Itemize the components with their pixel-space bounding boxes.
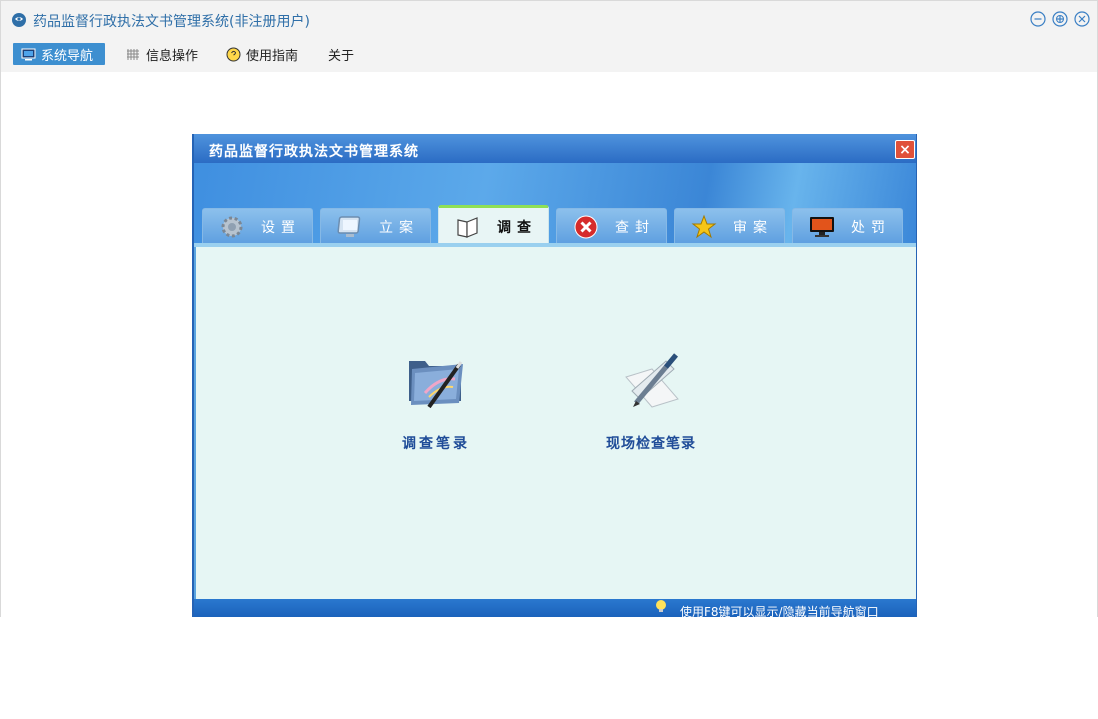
menu-item-guide[interactable]: 使用指南 xyxy=(226,43,298,65)
gear-icon xyxy=(221,216,243,237)
red-x-icon xyxy=(574,215,598,238)
folder-pen-icon xyxy=(409,361,463,409)
nav-dialog: 药品监督行政执法文书管理系统 × 设置 立案 调查 查封 审案 处罚 调查笔录 … xyxy=(192,134,917,617)
dialog-body: 调查笔录 现场检查笔录 xyxy=(194,247,916,599)
tab-review[interactable]: 审案 xyxy=(674,208,785,244)
tab-penalty[interactable]: 处罚 xyxy=(792,208,903,244)
pen-ruler-icon xyxy=(625,353,679,408)
app-logo-icon xyxy=(12,13,26,27)
window-title: 药品监督行政执法文书管理系统(非注册用户) xyxy=(33,14,310,30)
tab-investigation[interactable]: 调查 xyxy=(438,205,549,246)
menu-item-system-nav[interactable]: 系统导航 xyxy=(13,43,105,65)
monitor-icon xyxy=(21,48,36,60)
app-window: 药品监督行政执法文书管理系统(非注册用户) 系统导航 信息操作 使用指南 关于 … xyxy=(0,0,1098,617)
tab-label: 设置 xyxy=(261,219,301,236)
title-bar: 药品监督行政执法文书管理系统(非注册用户) xyxy=(1,1,1097,39)
menu-item-label: 信息操作 xyxy=(146,48,199,64)
site-inspection-record-tool[interactable]: 现场检查笔录 xyxy=(601,347,701,453)
menu-item-info-ops[interactable]: 信息操作 xyxy=(126,43,198,65)
close-icon[interactable] xyxy=(1074,11,1090,27)
tab-label: 处罚 xyxy=(851,219,891,236)
star-icon xyxy=(691,214,717,238)
menu-item-label: 使用指南 xyxy=(246,48,299,64)
maximize-icon[interactable] xyxy=(1052,11,1068,27)
tab-label: 调查 xyxy=(497,219,537,236)
tab-label: 审案 xyxy=(733,219,773,236)
grid-icon xyxy=(127,48,139,60)
investigation-record-tool[interactable]: 调查笔录 xyxy=(396,347,476,453)
dialog-status-bar: 使用F8键可以显示/隐藏当前导航窗口 xyxy=(194,599,916,617)
dialog-close-button[interactable]: × xyxy=(895,140,915,159)
tab-settings[interactable]: 设置 xyxy=(202,208,313,244)
help-icon xyxy=(226,47,241,61)
menu-bar: 系统导航 信息操作 使用指南 关于 xyxy=(1,39,1097,72)
tab-seal[interactable]: 查封 xyxy=(556,208,667,244)
display-icon xyxy=(810,216,834,237)
monitor-icon xyxy=(337,215,361,237)
tab-case-filing[interactable]: 立案 xyxy=(320,208,431,244)
main-content: 药品监督行政执法文书管理系统 × 设置 立案 调查 查封 审案 处罚 调查笔录 … xyxy=(1,72,1097,617)
dialog-title-bar: 药品监督行政执法文书管理系统 × xyxy=(194,134,916,163)
book-icon xyxy=(457,216,478,238)
lightbulb-icon xyxy=(656,600,666,612)
dialog-title: 药品监督行政执法文书管理系统 xyxy=(209,144,419,160)
minimize-icon[interactable] xyxy=(1030,11,1046,27)
menu-item-label: 关于 xyxy=(328,48,355,64)
tab-label: 查封 xyxy=(615,219,655,236)
menu-item-label: 系统导航 xyxy=(41,48,94,64)
tool-label: 调查笔录 xyxy=(402,436,470,452)
menu-item-about[interactable]: 关于 xyxy=(328,43,354,65)
status-hint: 使用F8键可以显示/隐藏当前导航窗口 xyxy=(680,605,879,617)
tool-label: 现场检查笔录 xyxy=(606,436,696,452)
tab-label: 立案 xyxy=(379,219,419,236)
